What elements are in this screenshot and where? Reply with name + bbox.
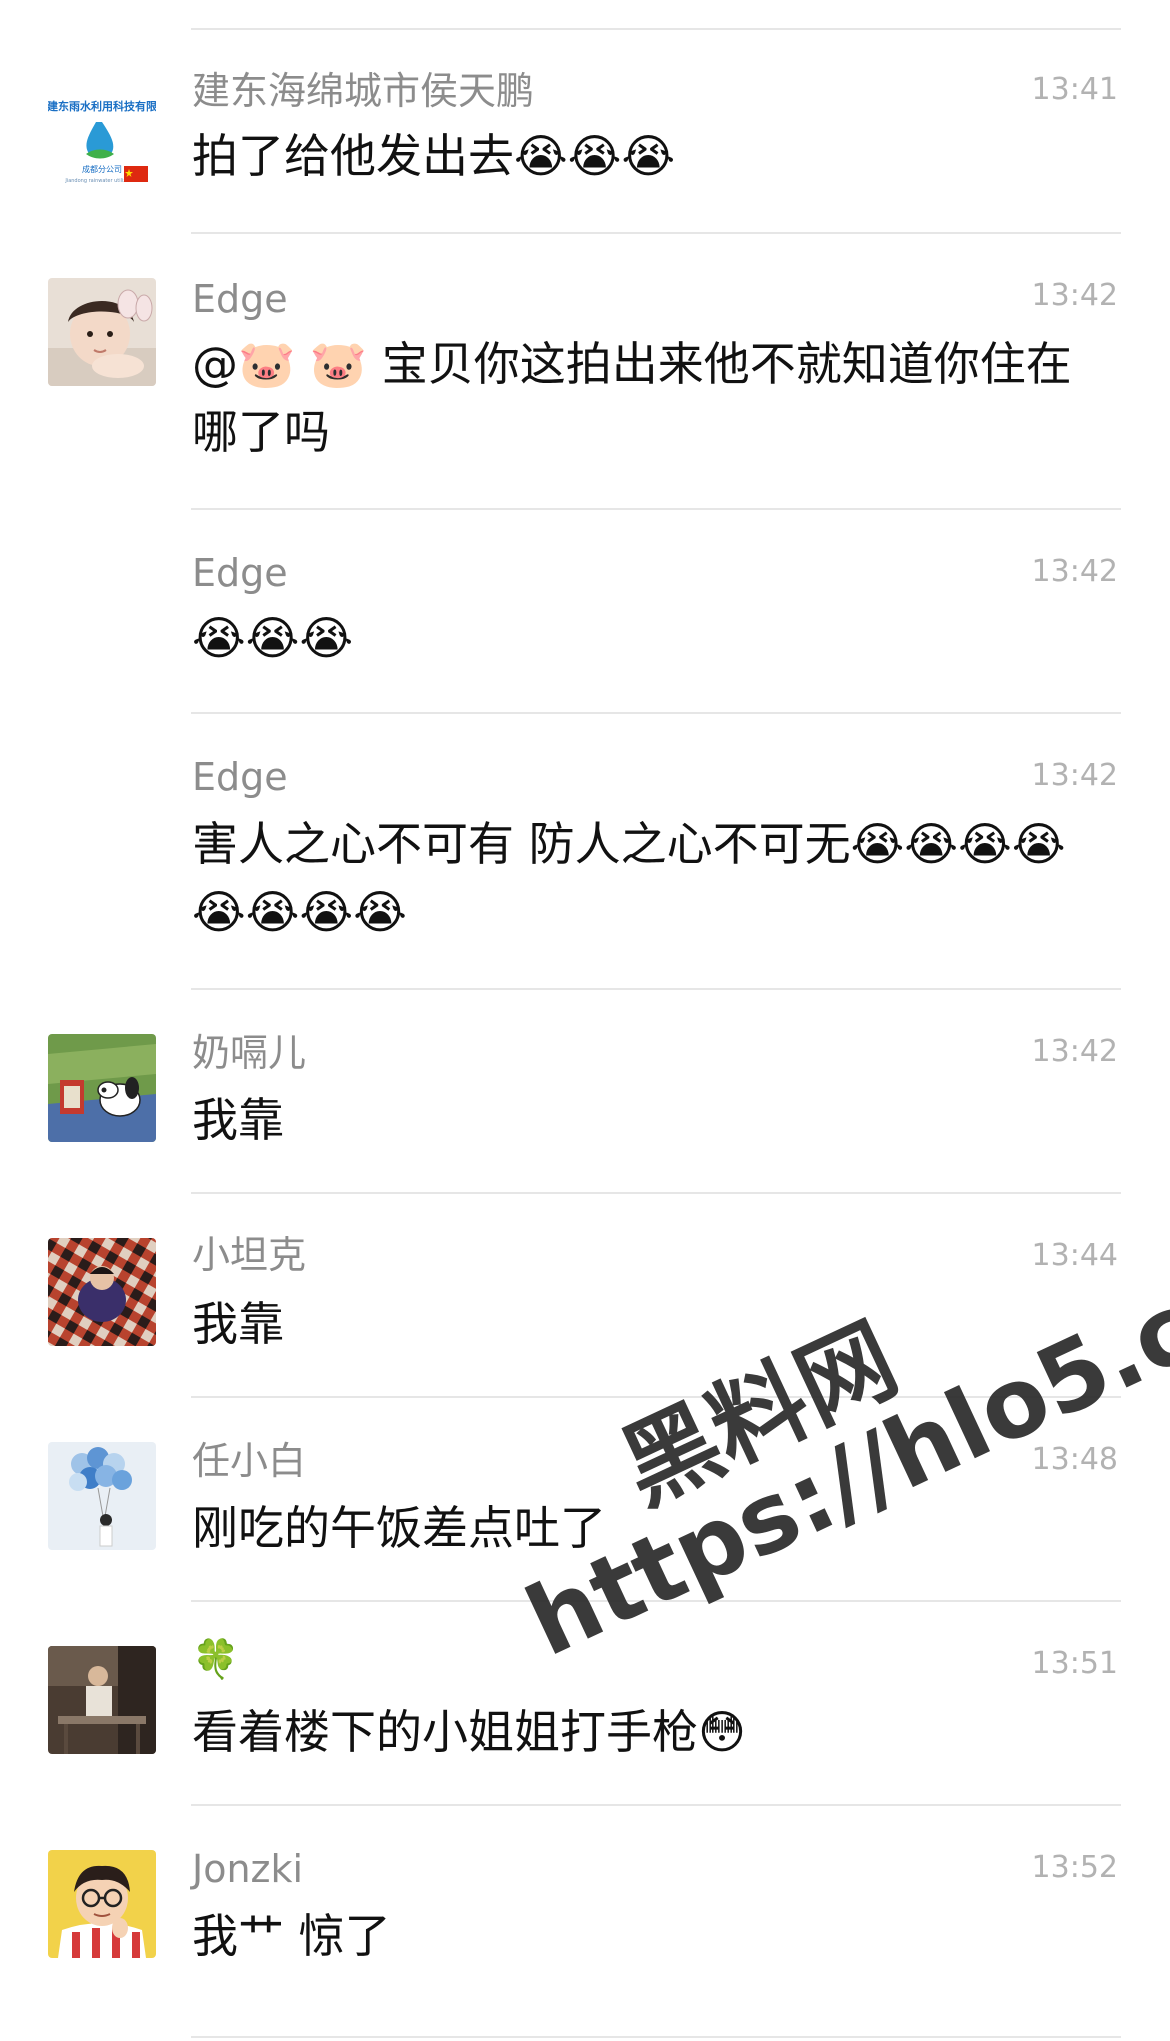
message-text: 我靠 [192,1093,284,1147]
message-text: 我靠 [192,1297,284,1351]
timestamp: 13:42 [1031,278,1118,313]
balloons-avatar[interactable] [48,1442,156,1550]
sender-name: 奶嗝儿 [192,1031,307,1075]
timestamp: 13:42 [1031,758,1118,793]
baby-photo-avatar[interactable] [48,278,156,386]
svg-text:建东雨水利用科技有限: 建东雨水利用科技有限 [48,99,156,113]
timestamp: 13:44 [1031,1238,1118,1273]
divider [191,1804,1121,1806]
divider [191,712,1121,714]
sender-name: Jonzki [192,1847,304,1891]
divider [191,988,1121,990]
divider [191,508,1121,510]
message-text: 😭😭😭 [192,611,354,665]
message-text: 拍了给他发出去😭😭😭 [192,129,676,183]
message-text: 我艹 惊了 [192,1909,391,1963]
svg-text:成都分公司: 成都分公司 [82,164,122,174]
comment-thread: 建东雨水利用科技有限 成都分公司 Jiandong rainwater util… [0,0,1170,2041]
message-text: 看着楼下的小姐姐打手枪😳 [192,1705,746,1759]
snoopy-avatar[interactable] [48,1034,156,1142]
divider [191,1600,1121,1602]
sender-name: Edge [192,551,288,595]
sender-name: 🍀 [192,1637,240,1681]
timestamp: 13:51 [1031,1646,1118,1681]
person-on-tiles-avatar[interactable] [48,1238,156,1346]
timestamp: 13:41 [1031,72,1118,107]
message-text: 刚吃的午饭差点吐了 [192,1501,606,1555]
message-text: 害人之心不可有 防人之心不可无😭😭😭😭😭😭😭😭 [192,817,1066,939]
sender-name: 建东海绵城市侯天鹏 [192,69,535,113]
dark-room-avatar[interactable] [48,1646,156,1754]
divider [191,232,1121,234]
divider [191,28,1121,30]
message-text: @🐷 🐷 宝贝你这拍出来他不就知道你住在哪了吗 [192,337,1072,459]
timestamp: 13:42 [1031,554,1118,589]
sender-name: Edge [192,277,288,321]
divider [191,2036,1121,2038]
divider [191,1396,1121,1398]
timestamp: 13:52 [1031,1850,1118,1885]
company-logo-avatar[interactable]: 建东雨水利用科技有限 成都分公司 Jiandong rainwater util… [48,88,156,196]
divider [191,1192,1121,1194]
sender-name: Edge [192,755,288,799]
timestamp: 13:42 [1031,1034,1118,1069]
sender-name: 任小白 [192,1439,307,1483]
cartoon-boy-avatar[interactable] [48,1850,156,1958]
timestamp: 13:48 [1031,1442,1118,1477]
sender-name: 小坦克 [192,1233,307,1277]
